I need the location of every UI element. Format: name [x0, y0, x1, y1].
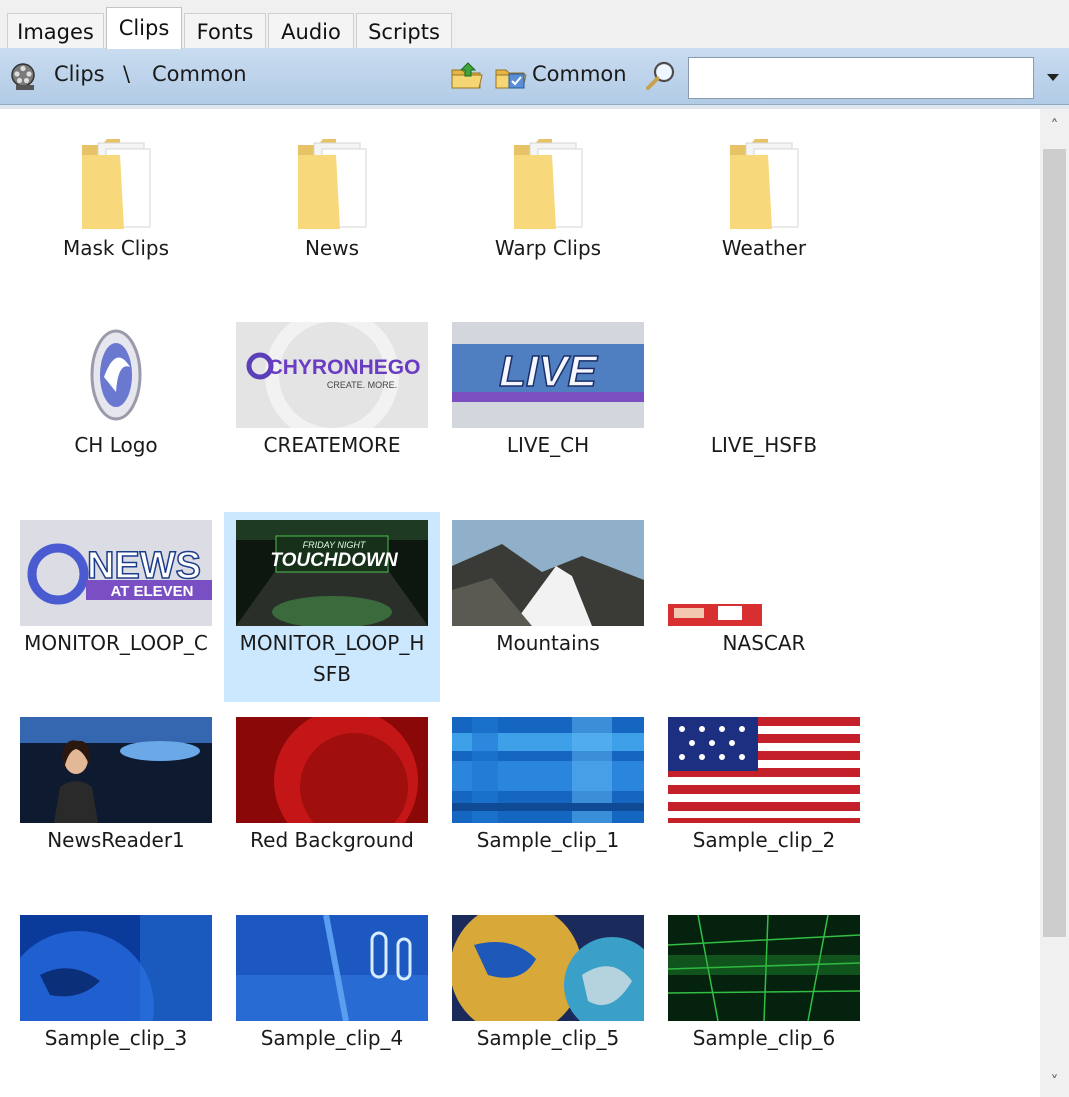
item-label: LIVE_CH: [506, 433, 590, 457]
clip-item[interactable]: Red Background: [224, 709, 440, 899]
scroll-down-icon[interactable]: ˅: [1040, 1069, 1069, 1095]
clip-item[interactable]: LIVE_HSFB: [656, 314, 872, 504]
item-label: Sample_clip_2: [692, 828, 836, 852]
item-label: Sample_clip_4: [260, 1026, 404, 1050]
item-label: Weather: [721, 236, 807, 260]
scroll-thumb[interactable]: [1043, 149, 1066, 937]
search-input[interactable]: [688, 57, 1034, 99]
clip-item[interactable]: Sample_clip_1: [440, 709, 656, 899]
item-label: Sample_clip_3: [44, 1026, 188, 1050]
clip-thumbnail: [668, 520, 860, 626]
dropdown-arrow-icon[interactable]: [1042, 66, 1064, 88]
folder-icon: [80, 137, 156, 233]
clip-thumbnail: [236, 717, 428, 823]
clip-thumbnail: [668, 322, 860, 428]
clip-item[interactable]: NewsReader1: [8, 709, 224, 899]
item-label: Warp Clips: [494, 236, 602, 260]
item-label: MONITOR_LOOP_H SFB: [239, 631, 425, 686]
clip-thumbnail: [20, 915, 212, 1021]
clip-thumbnail: LIVE: [452, 322, 644, 428]
item-label: MONITOR_LOOP_C: [24, 631, 208, 655]
scroll-up-icon[interactable]: ˄: [1040, 113, 1069, 139]
breadcrumb-common[interactable]: Common: [152, 62, 247, 86]
clip-thumbnail: CHYRONHEGO CREATE. MORE.: [236, 322, 428, 428]
clip-thumbnail: [452, 520, 644, 626]
clip-grid: Mask Clips News Warp Clips Weather CH Logo CH…: [0, 109, 1040, 1097]
item-label: CREATEMORE: [263, 433, 401, 457]
clip-thumbnail: NEWS AT ELEVEN: [20, 520, 212, 626]
clip-item[interactable]: NASCAR: [656, 512, 872, 702]
tab-scripts[interactable]: Scripts: [356, 13, 452, 48]
breadcrumb-separator: \: [123, 62, 131, 86]
folder-icon: [512, 137, 588, 233]
magnifier-icon[interactable]: [645, 60, 677, 92]
clip-thumbnail: [452, 915, 644, 1021]
item-label: News: [304, 236, 360, 260]
clip-item[interactable]: FRIDAY NIGHT TOUCHDOWN MONITOR_LOOP_H SFB: [224, 512, 440, 702]
item-label: Mountains: [496, 631, 600, 655]
folder-item[interactable]: Weather: [656, 117, 872, 307]
folder-icon: [296, 137, 372, 233]
item-label: Sample_clip_5: [476, 1026, 620, 1050]
clip-thumbnail: [668, 915, 860, 1021]
breadcrumb-clips[interactable]: Clips: [54, 62, 105, 86]
folder-item[interactable]: Warp Clips: [440, 117, 656, 307]
clip-thumbnail: [452, 717, 644, 823]
svg-text:CREATE. MORE.: CREATE. MORE.: [327, 380, 397, 390]
clip-item[interactable]: LIVE LIVE_CH: [440, 314, 656, 504]
clip-thumbnail: FRIDAY NIGHT TOUCHDOWN: [236, 520, 428, 626]
item-label: NewsReader1: [47, 828, 185, 852]
item-label: Sample_clip_1: [476, 828, 620, 852]
item-label: Red Background: [250, 828, 414, 852]
clip-item[interactable]: NEWS AT ELEVEN MONITOR_LOOP_C: [8, 512, 224, 702]
svg-text:AT ELEVEN: AT ELEVEN: [110, 583, 193, 600]
item-label: CH Logo: [74, 433, 158, 457]
tab-bar: Images Clips Fonts Audio Scripts: [0, 0, 1069, 49]
tab-fonts[interactable]: Fonts: [184, 13, 266, 48]
clip-item[interactable]: Sample_clip_5: [440, 907, 656, 1097]
folder-item[interactable]: News: [224, 117, 440, 307]
clip-item[interactable]: CHYRONHEGO CREATE. MORE. CREATEMORE: [224, 314, 440, 504]
tab-audio[interactable]: Audio: [268, 13, 354, 48]
folder-check-icon[interactable]: [494, 61, 528, 91]
clip-thumbnail: [668, 717, 860, 823]
svg-text:FRIDAY NIGHT: FRIDAY NIGHT: [303, 540, 367, 550]
svg-text:TOUCHDOWN: TOUCHDOWN: [270, 550, 399, 571]
folder-item[interactable]: Mask Clips: [8, 117, 224, 307]
clip-item[interactable]: CH Logo: [8, 314, 224, 504]
item-label: Mask Clips: [62, 236, 170, 260]
folder-up-icon[interactable]: [450, 61, 484, 91]
clip-item[interactable]: Sample_clip_6: [656, 907, 872, 1097]
clip-item[interactable]: Sample_clip_3: [8, 907, 224, 1097]
clip-thumbnail: [236, 915, 428, 1021]
vertical-scrollbar[interactable]: ˄ ˅: [1040, 109, 1069, 1097]
item-label: LIVE_HSFB: [710, 433, 818, 457]
film-reel-icon[interactable]: [9, 62, 39, 92]
clip-thumbnail: [20, 717, 212, 823]
tab-clips[interactable]: Clips: [106, 7, 182, 49]
clip-item[interactable]: Sample_clip_4: [224, 907, 440, 1097]
svg-text:CHYRONHEGO: CHYRONHEGO: [268, 356, 421, 379]
current-folder-label[interactable]: Common: [532, 62, 627, 86]
folder-icon: [728, 137, 804, 233]
clip-thumbnail: [20, 322, 212, 428]
svg-text:LIVE: LIVE: [499, 347, 598, 396]
item-label: Sample_clip_6: [692, 1026, 836, 1050]
item-label: NASCAR: [722, 631, 806, 655]
tab-images[interactable]: Images: [7, 13, 104, 48]
clip-item[interactable]: Sample_clip_2: [656, 709, 872, 899]
clip-item[interactable]: Mountains: [440, 512, 656, 702]
